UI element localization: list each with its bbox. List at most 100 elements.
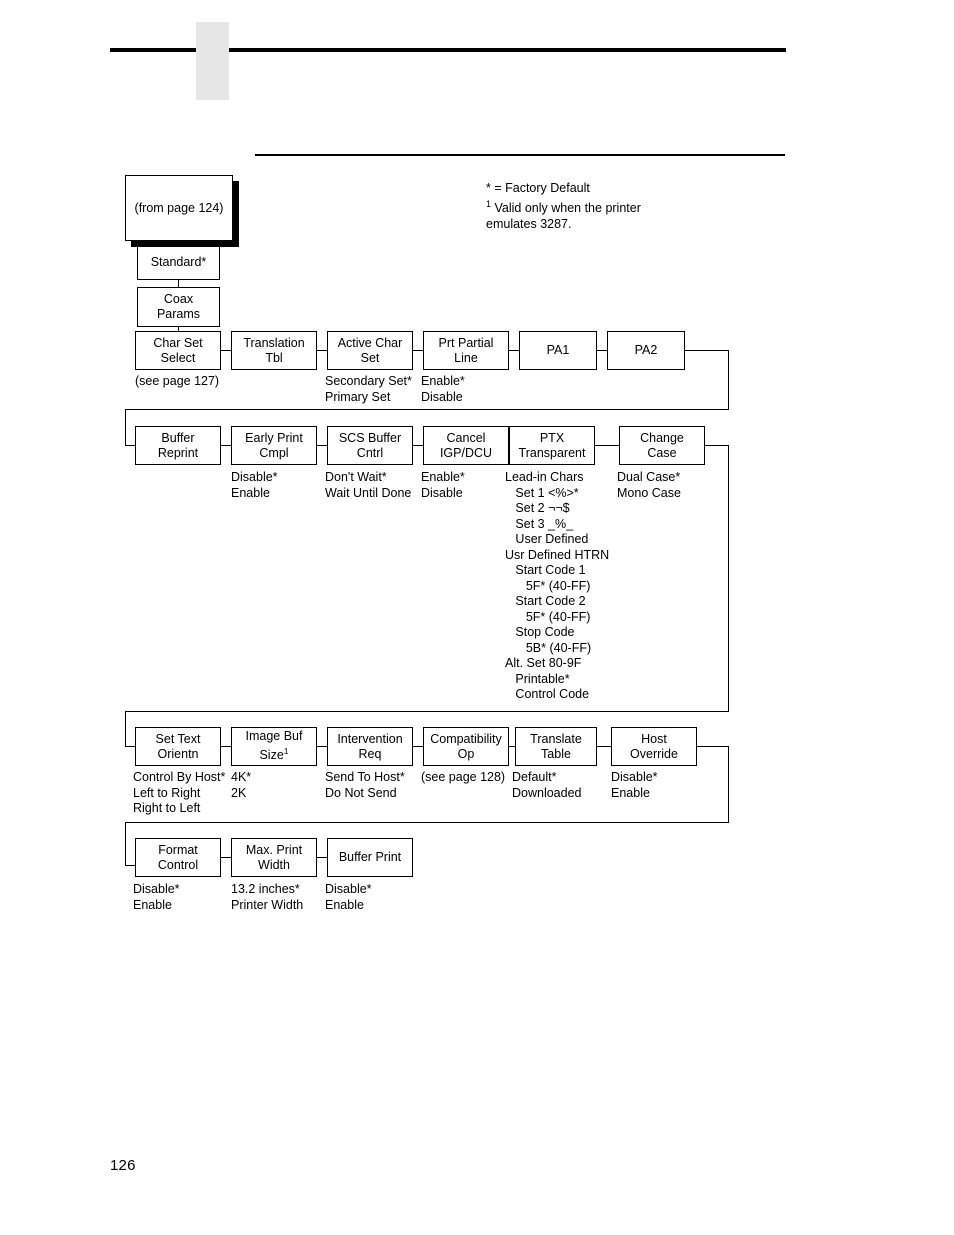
node-translate-table-line2: Table [541, 746, 571, 761]
node-change-case-line2: Case [647, 445, 677, 460]
node-image-buf-size[interactable]: Image Buf Size1 [231, 727, 317, 766]
node-max-print-width[interactable]: Max. Print Width [231, 838, 317, 877]
node-format-control-line1: Format [158, 842, 198, 857]
node-intervention-req[interactable]: Intervention Req [327, 727, 413, 766]
node-image-buf-size-line2: Size [259, 748, 284, 763]
connector-r1-n1-n2 [221, 350, 231, 352]
connector-r1-n5-n6 [597, 350, 607, 352]
wrap-r2-bottom [125, 711, 729, 713]
legend-factory-default: * = Factory Default [486, 181, 590, 195]
wrap-r1-in [125, 445, 135, 447]
options-set-text-orientn: Control By Host* Left to Right Right to … [133, 770, 226, 815]
node-image-buf-size-line1: Image Buf [245, 729, 303, 744]
node-set-text-orientn[interactable]: Set Text Orientn [135, 727, 221, 766]
connector-r4-n1-n2 [221, 857, 231, 859]
node-translation-tbl-line1: Translation [243, 335, 305, 350]
node-image-buf-size-footnote: 1 [283, 746, 289, 757]
node-set-text-orientn-line2: Orientn [157, 746, 199, 761]
node-host-override-line2: Override [630, 746, 678, 761]
node-buffer-reprint[interactable]: Buffer Reprint [135, 426, 221, 465]
legend: * = Factory Default 1 Valid only when th… [486, 180, 641, 232]
node-compatibility-op-line1: Compatibility [430, 731, 502, 746]
node-compatibility-op[interactable]: Compatibility Op [423, 727, 509, 766]
wrap-r1-into-r2 [125, 409, 127, 446]
options-compatibility-op: (see page 128) [421, 770, 506, 784]
connector-standard-to-coax [178, 280, 180, 287]
node-format-control-line2: Control [157, 857, 199, 872]
node-ptx-transparent[interactable]: PTX Transparent [509, 426, 595, 465]
node-buffer-reprint-line1: Buffer [161, 430, 195, 445]
node-translate-table[interactable]: Translate Table [515, 727, 597, 766]
wrap-r1-bottom [125, 409, 729, 411]
node-early-print-cmpl-line1: Early Print [245, 430, 303, 445]
node-prt-partial-line[interactable]: Prt Partial Line [423, 331, 509, 370]
node-pa1-line1: PA1 [546, 343, 570, 357]
wrap-r1-down [728, 350, 730, 410]
node-max-print-width-line1: Max. Print [245, 842, 303, 857]
options-format-control: Disable* Enable [133, 882, 180, 912]
node-scs-buffer-cntrl[interactable]: SCS Buffer Cntrl [327, 426, 413, 465]
node-prt-partial-line-line2: Line [454, 350, 478, 365]
node-intervention-req-line1: Intervention [337, 731, 403, 746]
connector-r1-n4-n5 [509, 350, 519, 352]
node-translate-table-line1: Translate [530, 731, 582, 746]
node-early-print-cmpl[interactable]: Early Print Cmpl [231, 426, 317, 465]
node-translation-tbl-line2: Tbl [265, 350, 283, 365]
options-prt-partial-line: Enable* Disable [421, 374, 465, 404]
options-active-char-set: Secondary Set* Primary Set [325, 374, 412, 404]
legend-footnote-line1: Valid only when the printer [491, 201, 641, 216]
node-coax-params[interactable]: Coax Params [137, 287, 220, 327]
wrap-r2-down [728, 445, 730, 712]
node-cancel-igp-dcu-line1: Cancel [446, 430, 486, 445]
node-buffer-reprint-line2: Reprint [157, 445, 199, 460]
node-ptx-transparent-line2: Transparent [518, 445, 586, 460]
node-format-control[interactable]: Format Control [135, 838, 221, 877]
header-chapter-tab [196, 22, 229, 100]
node-early-print-cmpl-line2: Cmpl [259, 445, 289, 460]
node-change-case[interactable]: Change Case [619, 426, 705, 465]
node-ptx-transparent-line1: PTX [539, 430, 565, 445]
options-intervention-req: Send To Host* Do Not Send [325, 770, 405, 800]
node-buffer-print[interactable]: Buffer Print [327, 838, 413, 877]
node-host-override[interactable]: Host Override [611, 727, 697, 766]
node-active-char-set[interactable]: Active Char Set [327, 331, 413, 370]
wrap-r3-into-r4 [125, 822, 127, 866]
page-number: 126 [110, 1157, 136, 1174]
entry-node-from-page-124[interactable]: (from page 124) [125, 175, 233, 241]
node-char-set-select-line2: Select [160, 350, 196, 365]
wrap-r1-out [685, 350, 729, 352]
node-char-set-select-line1: Char Set [153, 335, 203, 350]
wrap-r3-in [125, 865, 135, 867]
wrap-r2-in [125, 746, 135, 748]
node-standard[interactable]: Standard* [137, 245, 220, 280]
legend-footnote-line2: emulates 3287. [486, 217, 572, 232]
node-pa2[interactable]: PA2 [607, 331, 685, 370]
node-cancel-igp-dcu[interactable]: Cancel IGP/DCU [423, 426, 509, 465]
node-pa1[interactable]: PA1 [519, 331, 597, 370]
connector-r2-n5-n6 [595, 445, 619, 447]
node-active-char-set-line1: Active Char [337, 335, 403, 350]
content-top-rule [255, 154, 785, 156]
connector-r4-n2-n3 [317, 857, 327, 859]
connector-r3-n1-n2 [221, 746, 231, 748]
node-translation-tbl[interactable]: Translation Tbl [231, 331, 317, 370]
node-compatibility-op-line2: Op [457, 746, 475, 761]
node-char-set-select[interactable]: Char Set Select [135, 331, 221, 370]
node-change-case-line1: Change [640, 430, 684, 445]
options-char-set-select: (see page 127) [135, 374, 220, 388]
options-max-print-width: 13.2 inches* Printer Width [231, 882, 304, 912]
connector-r2-n1-n2 [221, 445, 231, 447]
options-host-override: Disable* Enable [611, 770, 658, 800]
wrap-r2-into-r3 [125, 711, 127, 747]
options-buffer-print: Disable* Enable [325, 882, 372, 912]
wrap-r3-out [697, 746, 729, 748]
options-scs-buffer-cntrl: Don't Wait* Wait Until Done [325, 470, 412, 500]
node-prt-partial-line-line1: Prt Partial [438, 335, 494, 350]
node-cancel-igp-dcu-line2: IGP/DCU [439, 445, 493, 460]
wrap-r3-bottom [125, 822, 729, 824]
node-buffer-print-line1: Buffer Print [338, 850, 402, 864]
options-cancel-igp-dcu: Enable* Disable [421, 470, 465, 500]
options-ptx-transparent: Lead-in Chars Set 1 <%>* Set 2 ¬¬$ Set 3… [505, 470, 610, 701]
node-active-char-set-line2: Set [360, 350, 380, 365]
options-translate-table: Default* Downloaded [512, 770, 582, 800]
